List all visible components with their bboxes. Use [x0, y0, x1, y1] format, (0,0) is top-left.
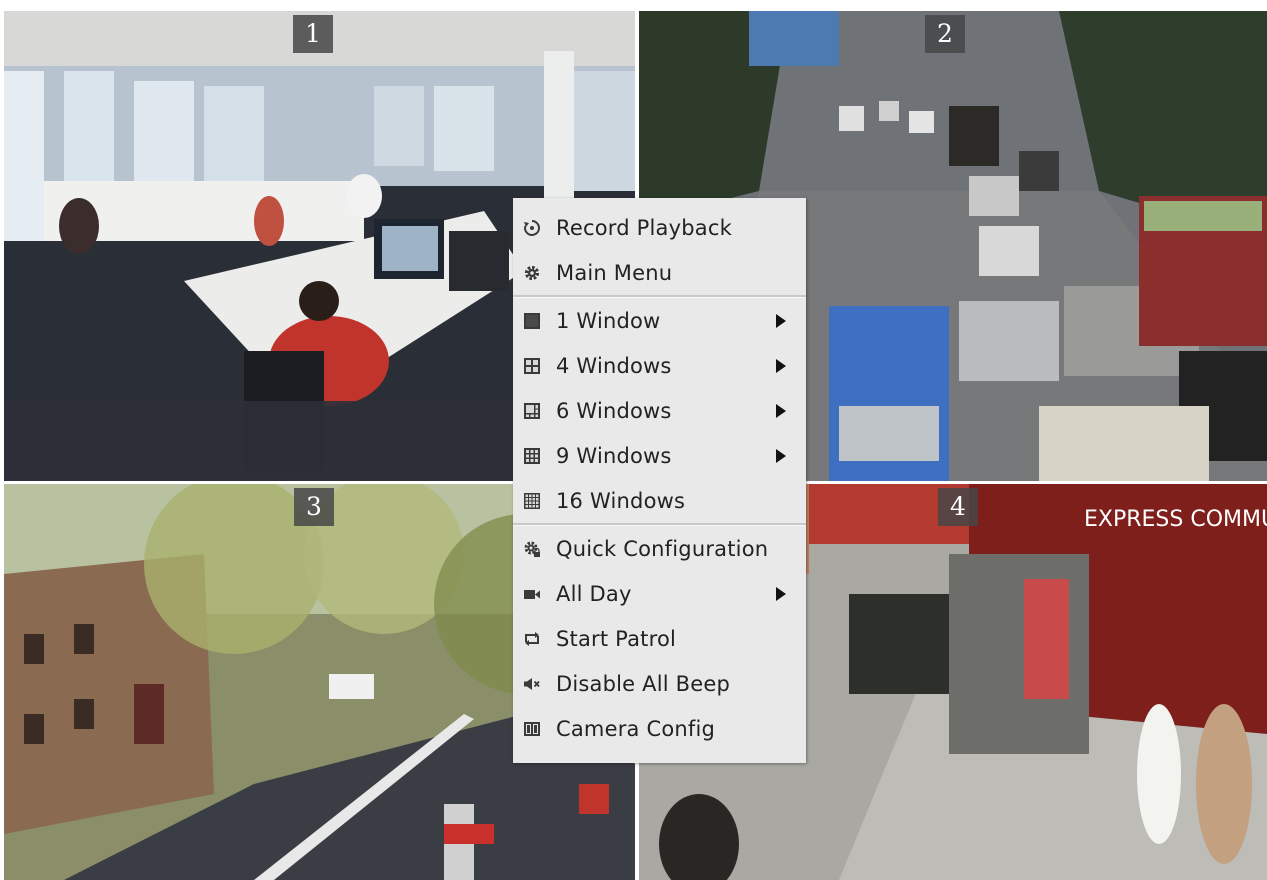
submenu-arrow-icon — [776, 358, 786, 373]
menu-item-disable-all-beep[interactable]: Disable All Beep — [513, 661, 806, 706]
patrol-icon — [522, 629, 542, 649]
submenu-arrow-icon — [776, 448, 786, 463]
menu-item-start-patrol[interactable]: Start Patrol — [513, 616, 806, 661]
submenu-arrow-icon — [776, 403, 786, 418]
menu-item-6-windows[interactable]: 6 Windows — [513, 388, 806, 433]
menu-item-all-day[interactable]: All Day — [513, 571, 806, 616]
sixteen-windows-icon — [522, 491, 542, 511]
submenu-arrow-icon — [776, 586, 786, 601]
gear-icon — [522, 263, 542, 283]
channel-number-label: 3 — [294, 488, 334, 526]
svg-text:EXPRESS COMMU: EXPRESS COMMU — [1084, 507, 1267, 532]
menu-item-label: Disable All Beep — [556, 671, 731, 696]
menu-item-label: 6 Windows — [556, 398, 672, 423]
menu-item-9-windows[interactable]: 9 Windows — [513, 433, 806, 478]
menu-item-label: Quick Configuration — [556, 536, 769, 561]
menu-item-label: Start Patrol — [556, 626, 677, 651]
menu-item-label: Record Playback — [556, 215, 732, 240]
channel-number-label: 2 — [925, 15, 965, 53]
menu-item-label: Main Menu — [556, 260, 673, 285]
mute-icon — [522, 674, 542, 694]
video-camera-icon — [522, 584, 542, 604]
submenu-arrow-icon — [776, 313, 786, 328]
menu-item-16-windows[interactable]: 16 Windows — [513, 478, 806, 523]
menu-item-record-playback[interactable]: Record Playback — [513, 205, 806, 250]
channel-number-label: 4 — [938, 488, 978, 526]
video-grid: 1 2 3 EXPRESS COMMU 4 Record Playback Ma… — [0, 0, 1267, 880]
menu-item-camera-config[interactable]: Camera Config — [513, 706, 806, 751]
menu-item-1-window[interactable]: 1 Window — [513, 298, 806, 343]
six-windows-icon — [522, 401, 542, 421]
menu-item-label: 16 Windows — [556, 488, 686, 513]
menu-item-main-menu[interactable]: Main Menu — [513, 250, 806, 295]
menu-item-label: All Day — [556, 581, 632, 606]
four-windows-icon — [522, 356, 542, 376]
menu-item-label: 9 Windows — [556, 443, 672, 468]
camera-config-icon — [522, 719, 542, 739]
nine-windows-icon — [522, 446, 542, 466]
one-window-icon — [522, 311, 542, 331]
context-menu: Record Playback Main Menu 1 Window 4 Win… — [513, 198, 806, 763]
menu-item-label: Camera Config — [556, 716, 716, 741]
menu-item-4-windows[interactable]: 4 Windows — [513, 343, 806, 388]
channel-number-label: 1 — [293, 15, 333, 53]
quick-config-icon — [522, 539, 542, 559]
menu-item-quick-configuration[interactable]: Quick Configuration — [513, 526, 806, 571]
menu-item-label: 4 Windows — [556, 353, 672, 378]
menu-item-label: 1 Window — [556, 308, 661, 333]
playback-icon — [522, 218, 542, 238]
